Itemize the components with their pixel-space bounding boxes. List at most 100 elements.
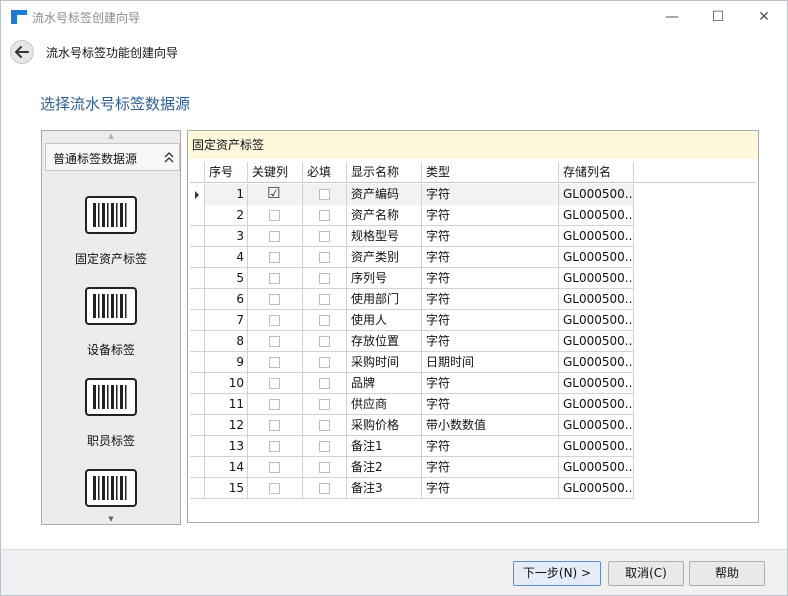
scroll-down-button[interactable]: ▼ <box>42 513 180 525</box>
header-required[interactable]: 必填 <box>303 162 347 183</box>
required-checkbox[interactable] <box>319 462 330 473</box>
required-checkbox[interactable] <box>319 210 330 221</box>
header-storage-col[interactable]: 存储列名 <box>559 162 634 183</box>
cell-display-name[interactable]: 存放位置 <box>347 331 422 352</box>
row-indicator[interactable] <box>190 205 205 226</box>
key-checkbox[interactable] <box>269 441 280 452</box>
source-group-header[interactable]: 普通标签数据源 <box>45 143 180 171</box>
cancel-button[interactable]: 取消(C) <box>608 561 684 586</box>
cell-display-name[interactable]: 供应商 <box>347 394 422 415</box>
header-type[interactable]: 类型 <box>422 162 559 183</box>
row-indicator[interactable] <box>190 268 205 289</box>
table-row[interactable]: 7 使用人 字符 GL000500... <box>190 310 634 331</box>
cell-display-name[interactable]: 品牌 <box>347 373 422 394</box>
cell-type[interactable]: 字符 <box>422 310 559 331</box>
row-indicator[interactable] <box>190 457 205 478</box>
table-row[interactable]: 2 资产名称 字符 GL000500... <box>190 205 634 226</box>
row-indicator[interactable] <box>190 352 205 373</box>
cell-type[interactable]: 字符 <box>422 457 559 478</box>
cell-type[interactable]: 字符 <box>422 373 559 394</box>
key-checkbox[interactable] <box>269 420 280 431</box>
required-checkbox[interactable] <box>319 231 330 242</box>
key-checkbox[interactable]: ☑ <box>267 184 280 202</box>
required-checkbox[interactable] <box>319 252 330 263</box>
key-checkbox[interactable] <box>269 273 280 284</box>
table-row[interactable]: 12 采购价格 带小数数值 GL000500... <box>190 415 634 436</box>
cell-display-name[interactable]: 序列号 <box>347 268 422 289</box>
row-indicator[interactable] <box>190 415 205 436</box>
table-row[interactable]: 13 备注1 字符 GL000500... <box>190 436 634 457</box>
key-checkbox[interactable] <box>269 210 280 221</box>
cell-display-name[interactable]: 资产类别 <box>347 247 422 268</box>
table-row[interactable]: 15 备注3 字符 GL000500... <box>190 478 634 499</box>
table-row[interactable]: 8 存放位置 字符 GL000500... <box>190 331 634 352</box>
cell-type[interactable]: 字符 <box>422 289 559 310</box>
cell-type[interactable]: 字符 <box>422 226 559 247</box>
required-checkbox[interactable] <box>319 357 330 368</box>
cell-display-name[interactable]: 规格型号 <box>347 226 422 247</box>
cell-display-name[interactable]: 资产编码 <box>347 184 422 205</box>
maximize-button[interactable]: ☐ <box>695 1 741 33</box>
minimize-button[interactable]: — <box>649 1 695 33</box>
row-indicator[interactable] <box>190 478 205 499</box>
cell-display-name[interactable]: 使用部门 <box>347 289 422 310</box>
key-checkbox[interactable] <box>269 357 280 368</box>
required-checkbox[interactable] <box>319 441 330 452</box>
key-checkbox[interactable] <box>269 378 280 389</box>
row-indicator[interactable] <box>190 394 205 415</box>
required-checkbox[interactable] <box>319 378 330 389</box>
row-indicator[interactable] <box>190 310 205 331</box>
header-seq[interactable]: 序号 <box>205 162 248 183</box>
table-row[interactable]: 14 备注2 字符 GL000500... <box>190 457 634 478</box>
source-item-fixed-asset[interactable]: 固定资产标签 <box>42 196 180 286</box>
key-checkbox[interactable] <box>269 252 280 263</box>
source-item-equipment[interactable]: 设备标签 <box>42 287 180 377</box>
row-indicator[interactable] <box>190 184 205 205</box>
required-checkbox[interactable] <box>319 399 330 410</box>
next-button[interactable]: 下一步(N) > <box>513 561 601 586</box>
required-checkbox[interactable] <box>319 420 330 431</box>
key-checkbox[interactable] <box>269 399 280 410</box>
cell-type[interactable]: 字符 <box>422 436 559 457</box>
cell-type[interactable]: 字符 <box>422 205 559 226</box>
required-checkbox[interactable] <box>319 294 330 305</box>
required-checkbox[interactable] <box>319 336 330 347</box>
required-checkbox[interactable] <box>319 315 330 326</box>
required-checkbox[interactable] <box>319 189 330 200</box>
required-checkbox[interactable] <box>319 483 330 494</box>
cell-display-name[interactable]: 使用人 <box>347 310 422 331</box>
row-indicator[interactable] <box>190 289 205 310</box>
cell-type[interactable]: 带小数数值 <box>422 415 559 436</box>
close-button[interactable]: ✕ <box>741 1 787 33</box>
cell-display-name[interactable]: 备注2 <box>347 457 422 478</box>
table-row[interactable]: 9 采购时间 日期时间 GL000500... <box>190 352 634 373</box>
cell-display-name[interactable]: 备注3 <box>347 478 422 499</box>
back-button[interactable] <box>10 40 34 64</box>
cell-display-name[interactable]: 资产名称 <box>347 205 422 226</box>
table-row[interactable]: 1 ☑ 资产编码 字符 GL000500... <box>190 184 634 205</box>
key-checkbox[interactable] <box>269 231 280 242</box>
cell-type[interactable]: 字符 <box>422 394 559 415</box>
key-checkbox[interactable] <box>269 462 280 473</box>
key-checkbox[interactable] <box>269 294 280 305</box>
row-indicator[interactable] <box>190 226 205 247</box>
cell-type[interactable]: 日期时间 <box>422 352 559 373</box>
cell-display-name[interactable]: 备注1 <box>347 436 422 457</box>
help-button[interactable]: 帮助 <box>689 561 765 586</box>
cell-type[interactable]: 字符 <box>422 478 559 499</box>
source-item-partial[interactable] <box>42 469 180 509</box>
key-checkbox[interactable] <box>269 483 280 494</box>
row-indicator[interactable] <box>190 331 205 352</box>
key-checkbox[interactable] <box>269 336 280 347</box>
table-row[interactable]: 6 使用部门 字符 GL000500... <box>190 289 634 310</box>
header-display-name[interactable]: 显示名称 <box>347 162 422 183</box>
cell-type[interactable]: 字符 <box>422 184 559 205</box>
cell-type[interactable]: 字符 <box>422 331 559 352</box>
table-row[interactable]: 5 序列号 字符 GL000500... <box>190 268 634 289</box>
source-item-employee[interactable]: 职员标签 <box>42 378 180 468</box>
table-row[interactable]: 4 资产类别 字符 GL000500... <box>190 247 634 268</box>
header-key[interactable]: 关键列 <box>248 162 303 183</box>
cell-display-name[interactable]: 采购时间 <box>347 352 422 373</box>
cell-type[interactable]: 字符 <box>422 247 559 268</box>
cell-type[interactable]: 字符 <box>422 268 559 289</box>
